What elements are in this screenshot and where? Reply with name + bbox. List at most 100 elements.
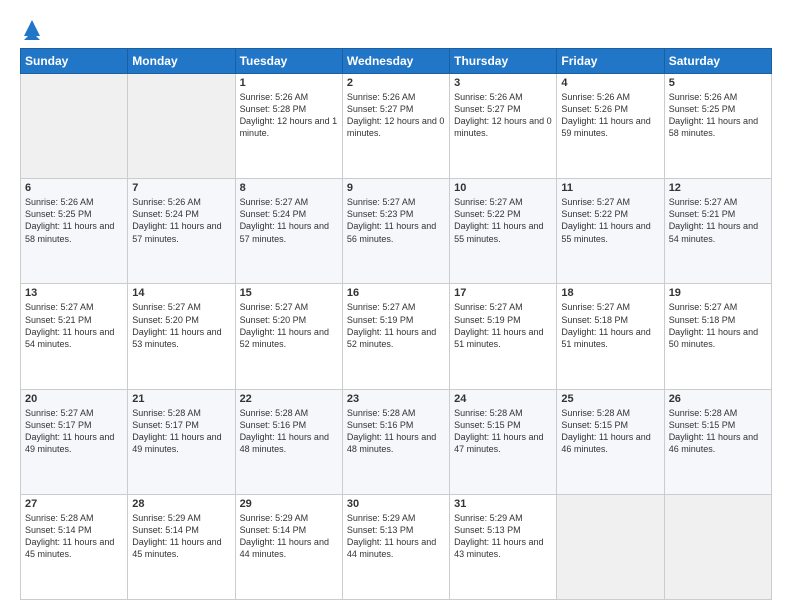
calendar-cell: 25 Sunrise: 5:28 AMSunset: 5:15 PMDayligh…	[557, 389, 664, 494]
day-info: Sunrise: 5:26 AMSunset: 5:27 PMDaylight:…	[454, 91, 552, 140]
calendar-cell: 15Sunrise: 5:27 AMSunset: 5:20 PMDayligh…	[235, 284, 342, 389]
weekday-header-row: SundayMondayTuesdayWednesdayThursdayFrid…	[21, 49, 772, 74]
day-info: Sunrise: 5:26 AMSunset: 5:26 PMDaylight:…	[561, 91, 659, 140]
calendar-cell: 17 Sunrise: 5:27 AMSunset: 5:19 PMDayligh…	[450, 284, 557, 389]
calendar-cell: 5 Sunrise: 5:26 AMSunset: 5:25 PMDaylight…	[664, 74, 771, 179]
week-row-2: 6Sunrise: 5:26 AMSunset: 5:25 PMDaylight…	[21, 179, 772, 284]
day-info: Sunrise: 5:27 AMSunset: 5:23 PMDaylight:…	[347, 196, 445, 245]
day-number: 20	[25, 393, 123, 405]
calendar-cell: 2 Sunrise: 5:26 AMSunset: 5:27 PMDaylight…	[342, 74, 449, 179]
day-number: 18	[561, 287, 659, 299]
day-number: 26	[669, 393, 767, 405]
day-number: 2	[347, 77, 445, 89]
day-number: 8	[240, 182, 338, 194]
calendar-cell	[664, 494, 771, 599]
day-number: 16	[347, 287, 445, 299]
week-row-4: 20 Sunrise: 5:27 AMSunset: 5:17 PMDayligh…	[21, 389, 772, 494]
day-info: Sunrise: 5:27 AMSunset: 5:22 PMDaylight:…	[454, 196, 552, 245]
weekday-wednesday: Wednesday	[342, 49, 449, 74]
logo	[20, 16, 42, 40]
weekday-saturday: Saturday	[664, 49, 771, 74]
week-row-3: 13 Sunrise: 5:27 AMSunset: 5:21 PMDayligh…	[21, 284, 772, 389]
calendar-cell	[557, 494, 664, 599]
day-info: Sunrise: 5:29 AMSunset: 5:13 PMDaylight:…	[347, 512, 445, 561]
calendar-cell: 1 Sunrise: 5:26 AMSunset: 5:28 PMDaylight…	[235, 74, 342, 179]
calendar-cell: 14 Sunrise: 5:27 AMSunset: 5:20 PMDayligh…	[128, 284, 235, 389]
day-number: 3	[454, 77, 552, 89]
calendar-cell: 26Sunrise: 5:28 AMSunset: 5:15 PMDayligh…	[664, 389, 771, 494]
day-number: 12	[669, 182, 767, 194]
day-number: 21	[132, 393, 230, 405]
day-info: Sunrise: 5:28 AMSunset: 5:16 PMDaylight:…	[240, 407, 338, 456]
calendar-cell: 24 Sunrise: 5:28 AMSunset: 5:15 PMDayligh…	[450, 389, 557, 494]
day-number: 27	[25, 498, 123, 510]
calendar-cell: 18 Sunrise: 5:27 AMSunset: 5:18 PMDayligh…	[557, 284, 664, 389]
weekday-sunday: Sunday	[21, 49, 128, 74]
day-number: 30	[347, 498, 445, 510]
calendar-cell: 31 Sunrise: 5:29 AMSunset: 5:13 PMDayligh…	[450, 494, 557, 599]
day-info: Sunrise: 5:27 AMSunset: 5:18 PMDaylight:…	[561, 301, 659, 350]
day-number: 15	[240, 287, 338, 299]
day-info: Sunrise: 5:27 AMSunset: 5:21 PMDaylight:…	[25, 301, 123, 350]
calendar-cell: 11Sunrise: 5:27 AMSunset: 5:22 PMDayligh…	[557, 179, 664, 284]
day-info: Sunrise: 5:27 AMSunset: 5:19 PMDaylight:…	[454, 301, 552, 350]
weekday-thursday: Thursday	[450, 49, 557, 74]
calendar-cell: 8 Sunrise: 5:27 AMSunset: 5:24 PMDaylight…	[235, 179, 342, 284]
day-number: 29	[240, 498, 338, 510]
day-number: 1	[240, 77, 338, 89]
day-info: Sunrise: 5:26 AMSunset: 5:25 PMDaylight:…	[25, 196, 123, 245]
calendar-cell: 29 Sunrise: 5:29 AMSunset: 5:14 PMDayligh…	[235, 494, 342, 599]
week-row-5: 27 Sunrise: 5:28 AMSunset: 5:14 PMDayligh…	[21, 494, 772, 599]
day-info: Sunrise: 5:27 AMSunset: 5:18 PMDaylight:…	[669, 301, 767, 350]
day-info: Sunrise: 5:28 AMSunset: 5:15 PMDaylight:…	[561, 407, 659, 456]
calendar-cell: 7 Sunrise: 5:26 AMSunset: 5:24 PMDaylight…	[128, 179, 235, 284]
day-number: 9	[347, 182, 445, 194]
day-info: Sunrise: 5:28 AMSunset: 5:14 PMDaylight:…	[25, 512, 123, 561]
day-number: 14	[132, 287, 230, 299]
calendar-cell: 12 Sunrise: 5:27 AMSunset: 5:21 PMDayligh…	[664, 179, 771, 284]
calendar-cell: 27 Sunrise: 5:28 AMSunset: 5:14 PMDayligh…	[21, 494, 128, 599]
day-info: Sunrise: 5:27 AMSunset: 5:22 PMDaylight:…	[561, 196, 659, 245]
day-number: 22	[240, 393, 338, 405]
day-number: 13	[25, 287, 123, 299]
day-info: Sunrise: 5:28 AMSunset: 5:15 PMDaylight:…	[454, 407, 552, 456]
day-number: 24	[454, 393, 552, 405]
calendar-cell: 9 Sunrise: 5:27 AMSunset: 5:23 PMDaylight…	[342, 179, 449, 284]
calendar-cell	[21, 74, 128, 179]
calendar-cell: 30 Sunrise: 5:29 AMSunset: 5:13 PMDayligh…	[342, 494, 449, 599]
calendar-cell: 3 Sunrise: 5:26 AMSunset: 5:27 PMDaylight…	[450, 74, 557, 179]
header	[20, 16, 772, 40]
day-info: Sunrise: 5:27 AMSunset: 5:24 PMDaylight:…	[240, 196, 338, 245]
calendar-cell: 21Sunrise: 5:28 AMSunset: 5:17 PMDayligh…	[128, 389, 235, 494]
calendar-cell: 13 Sunrise: 5:27 AMSunset: 5:21 PMDayligh…	[21, 284, 128, 389]
logo-icon	[22, 16, 42, 40]
day-number: 28	[132, 498, 230, 510]
calendar-cell: 19 Sunrise: 5:27 AMSunset: 5:18 PMDayligh…	[664, 284, 771, 389]
day-info: Sunrise: 5:29 AMSunset: 5:13 PMDaylight:…	[454, 512, 552, 561]
day-info: Sunrise: 5:27 AMSunset: 5:21 PMDaylight:…	[669, 196, 767, 245]
calendar-cell: 23Sunrise: 5:28 AMSunset: 5:16 PMDayligh…	[342, 389, 449, 494]
day-number: 31	[454, 498, 552, 510]
day-number: 7	[132, 182, 230, 194]
calendar-cell: 22 Sunrise: 5:28 AMSunset: 5:16 PMDayligh…	[235, 389, 342, 494]
day-info: Sunrise: 5:26 AMSunset: 5:24 PMDaylight:…	[132, 196, 230, 245]
day-info: Sunrise: 5:28 AMSunset: 5:16 PMDaylight:…	[347, 407, 445, 456]
day-number: 17	[454, 287, 552, 299]
day-info: Sunrise: 5:27 AMSunset: 5:19 PMDaylight:…	[347, 301, 445, 350]
day-info: Sunrise: 5:26 AMSunset: 5:27 PMDaylight:…	[347, 91, 445, 140]
day-number: 19	[669, 287, 767, 299]
day-info: Sunrise: 5:29 AMSunset: 5:14 PMDaylight:…	[240, 512, 338, 561]
day-number: 25	[561, 393, 659, 405]
weekday-tuesday: Tuesday	[235, 49, 342, 74]
calendar-page: SundayMondayTuesdayWednesdayThursdayFrid…	[0, 0, 792, 612]
day-number: 5	[669, 77, 767, 89]
weekday-friday: Friday	[557, 49, 664, 74]
day-info: Sunrise: 5:26 AMSunset: 5:25 PMDaylight:…	[669, 91, 767, 140]
day-info: Sunrise: 5:27 AMSunset: 5:20 PMDaylight:…	[132, 301, 230, 350]
day-info: Sunrise: 5:27 AMSunset: 5:17 PMDaylight:…	[25, 407, 123, 456]
calendar-table: SundayMondayTuesdayWednesdayThursdayFrid…	[20, 48, 772, 600]
day-number: 10	[454, 182, 552, 194]
day-info: Sunrise: 5:29 AMSunset: 5:14 PMDaylight:…	[132, 512, 230, 561]
calendar-cell	[128, 74, 235, 179]
day-info: Sunrise: 5:26 AMSunset: 5:28 PMDaylight:…	[240, 91, 338, 140]
